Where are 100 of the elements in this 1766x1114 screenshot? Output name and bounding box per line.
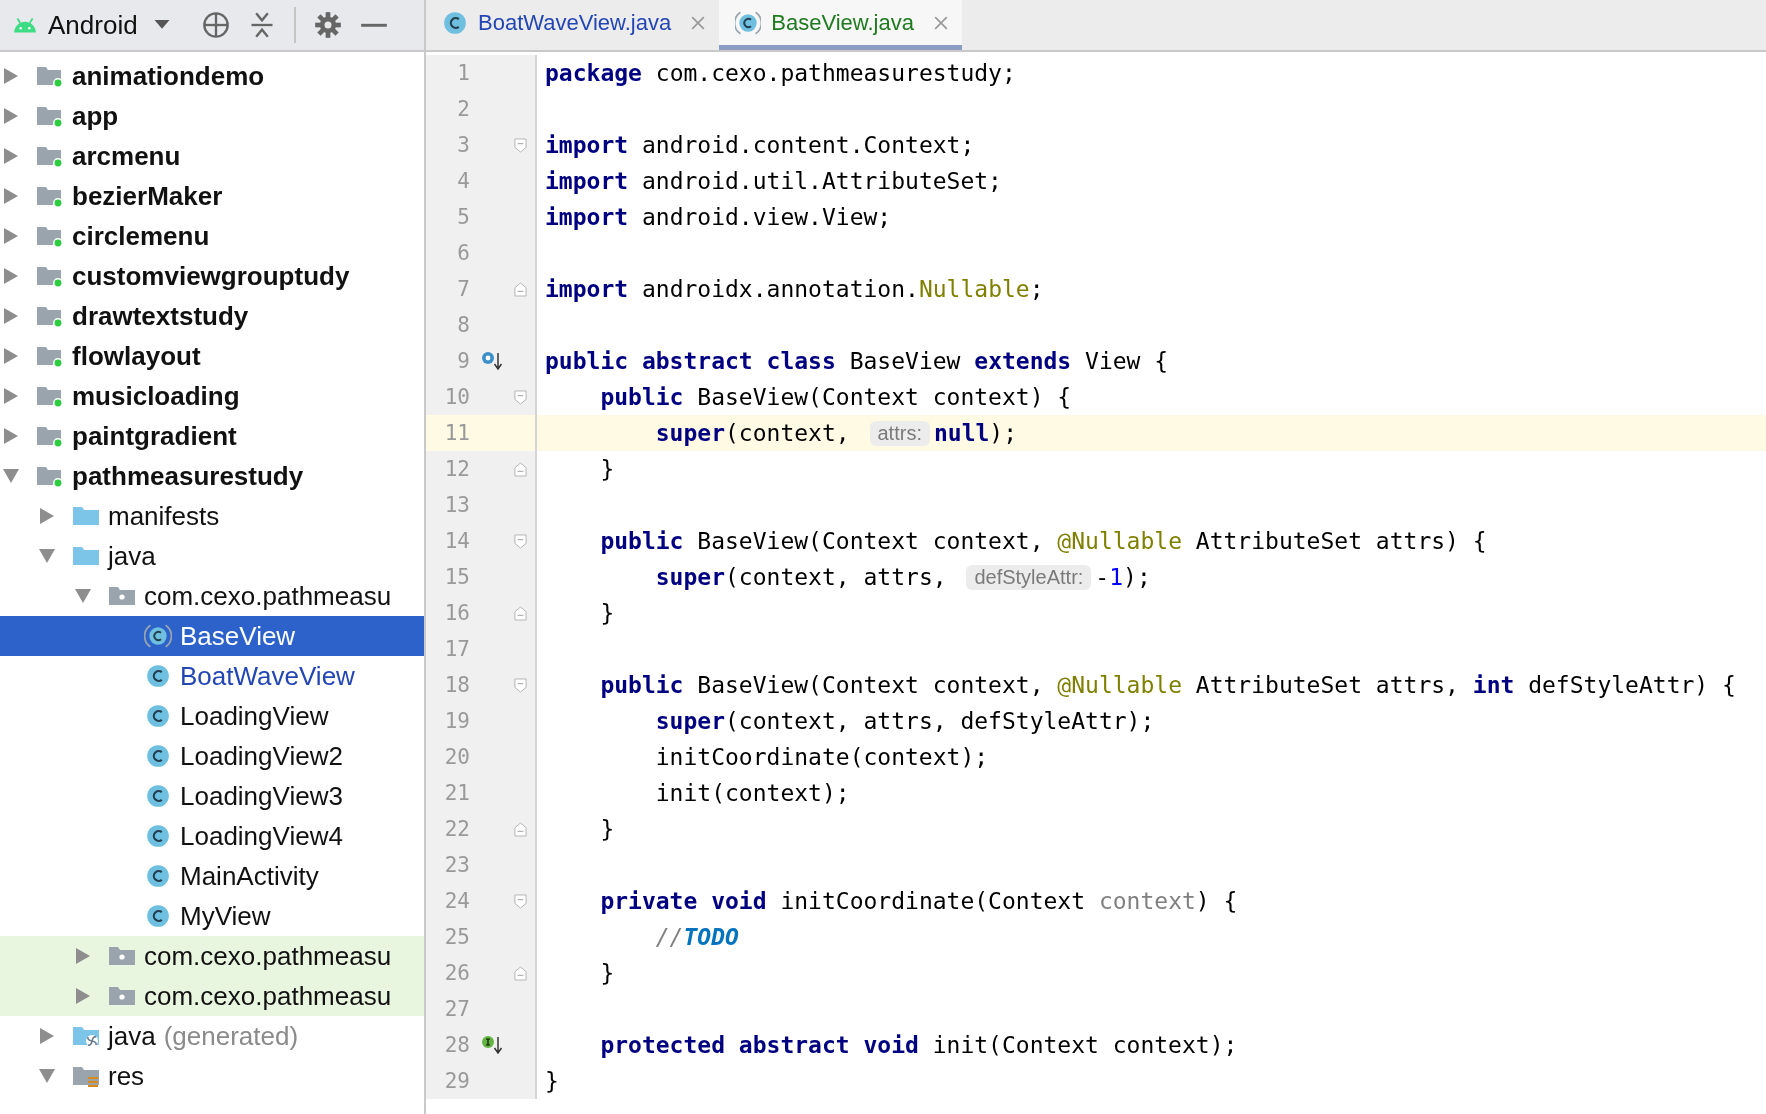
expand-arrow-icon[interactable] — [3, 469, 19, 483]
line-number: 19 — [443, 709, 470, 733]
locate-icon[interactable] — [201, 11, 230, 39]
tree-item-label: arcmenu — [72, 140, 181, 172]
line-number: 1 — [456, 61, 470, 85]
code-text: public BaseView(Context context, @Nullable AttributeSet attrs, int defStyleAttr) { — [599, 672, 1736, 698]
expand-arrow-icon[interactable] — [4, 348, 18, 364]
expand-arrow-icon[interactable] — [4, 188, 18, 204]
tree-item[interactable]: customviewgrouptudy — [0, 256, 424, 296]
fold-marker-icon[interactable] — [514, 461, 527, 477]
tree-item[interactable]: flowlayout — [0, 336, 424, 376]
fold-marker-icon[interactable] — [514, 389, 527, 405]
tree-item[interactable]: LoadingView2 — [0, 736, 424, 776]
code-text: public BaseView(Context context, @Nullable AttributeSet attrs) { — [599, 528, 1487, 554]
tree-item[interactable]: LoadingView — [0, 696, 424, 736]
line-number: 14 — [443, 529, 470, 553]
close-icon[interactable] — [933, 15, 948, 30]
expand-arrow-icon[interactable] — [4, 388, 18, 404]
tree-item[interactable]: BoatWaveView — [0, 656, 424, 696]
code-text: } — [599, 960, 615, 986]
expand-arrow-icon[interactable] — [39, 1069, 55, 1083]
expand-arrow-icon[interactable] — [39, 549, 55, 563]
expand-arrow-icon[interactable] — [4, 148, 18, 164]
expand-arrow-icon[interactable] — [76, 988, 90, 1004]
fold-marker-icon[interactable] — [514, 965, 527, 981]
line-number: 22 — [443, 817, 470, 841]
line-number: 28 — [443, 1033, 470, 1057]
tree-item-label: paintgradient — [72, 420, 237, 452]
tree-item[interactable]: drawtextstudy — [0, 296, 424, 336]
tree-item[interactable]: com.cexo.pathmeasu — [0, 976, 424, 1016]
tree-item-label: manifests — [108, 500, 220, 532]
code-text: } — [599, 816, 615, 842]
class-icon — [144, 823, 172, 849]
code-text: null); — [933, 420, 1018, 446]
tree-item-label: MainActivity — [180, 860, 319, 892]
expand-arrow-icon[interactable] — [4, 428, 18, 444]
tree-item[interactable]: java — [0, 536, 424, 576]
tree-item[interactable]: com.cexo.pathmeasu — [0, 936, 424, 976]
tree-item-label: com.cexo.pathmeasu — [144, 940, 392, 972]
class-icon — [442, 9, 468, 36]
tree-item-label: com.cexo.pathmeasu — [144, 580, 392, 612]
tree-item[interactable]: LoadingView4 — [0, 816, 424, 856]
fold-marker-icon[interactable] — [514, 677, 527, 693]
android-icon — [12, 16, 38, 34]
editor-tab[interactable]: BaseView.java — [719, 0, 962, 50]
tree-item[interactable]: musicloading — [0, 376, 424, 416]
fold-marker-icon[interactable] — [514, 605, 527, 621]
tree-item[interactable]: pathmeasurestudy — [0, 456, 424, 496]
tree-item[interactable]: res — [0, 1056, 424, 1096]
tree-item[interactable]: bezierMaker — [0, 176, 424, 216]
tree-item[interactable]: app — [0, 96, 424, 136]
line-number: 23 — [443, 853, 470, 877]
overrides-method-icon[interactable] — [481, 350, 503, 372]
tree-item[interactable]: manifests — [0, 496, 424, 536]
expand-arrow-icon[interactable] — [4, 108, 18, 124]
expand-arrow-icon[interactable] — [75, 589, 91, 603]
line-number: 10 — [443, 385, 470, 409]
tree-item-label: flowlayout — [72, 340, 201, 372]
implemented-method-icon[interactable] — [481, 1034, 503, 1056]
tree-item[interactable]: com.cexo.pathmeasu — [0, 576, 424, 616]
close-icon[interactable] — [691, 15, 706, 30]
tree-item[interactable]: LoadingView3 — [0, 776, 424, 816]
expand-arrow-icon[interactable] — [4, 268, 18, 284]
tree-item-label: drawtextstudy — [72, 300, 249, 332]
tree-item-label: LoadingView2 — [180, 740, 343, 772]
editor-tab[interactable]: BoatWaveView.java — [426, 0, 720, 50]
expand-arrow-icon[interactable] — [40, 508, 54, 524]
tree-item[interactable]: java (generated) — [0, 1016, 424, 1056]
tree-item-label: circlemenu — [72, 220, 210, 252]
tree-item[interactable]: paintgradient — [0, 416, 424, 456]
abstract-class-icon — [735, 9, 762, 36]
tree-item[interactable]: animationdemo — [0, 56, 424, 96]
parameter-hint: defStyleAttr: — [966, 564, 1092, 590]
tree-item[interactable]: MyView — [0, 896, 424, 936]
code-text: import android.view.View; — [545, 204, 892, 230]
code-text: protected abstract void init(Context context); — [599, 1032, 1238, 1058]
tree-item-label: res — [108, 1060, 145, 1092]
line-number: 29 — [443, 1069, 470, 1093]
fold-marker-icon[interactable] — [514, 893, 527, 909]
settings-icon[interactable] — [313, 11, 342, 39]
expand-arrow-icon[interactable] — [76, 948, 90, 964]
line-number: 26 — [443, 961, 470, 985]
fold-marker-icon[interactable] — [514, 821, 527, 837]
tree-item[interactable]: BaseView — [0, 616, 424, 656]
fold-marker-icon[interactable] — [514, 281, 527, 297]
expand-arrow-icon[interactable] — [4, 68, 18, 84]
line-number: 2 — [456, 97, 470, 121]
tree-item[interactable]: MainActivity — [0, 856, 424, 896]
fold-marker-icon[interactable] — [514, 137, 527, 153]
class-icon — [144, 703, 172, 729]
caret-icon — [153, 20, 170, 30]
class-icon — [144, 663, 172, 689]
expand-arrow-icon[interactable] — [4, 228, 18, 244]
abstract-class-icon — [144, 623, 172, 649]
expand-arrow-icon[interactable] — [4, 308, 18, 324]
fold-marker-icon[interactable] — [514, 533, 527, 549]
code-text: import android.util.AttributeSet; — [545, 168, 1002, 194]
expand-arrow-icon[interactable] — [40, 1028, 54, 1044]
tree-item[interactable]: arcmenu — [0, 136, 424, 176]
tree-item[interactable]: circlemenu — [0, 216, 424, 256]
